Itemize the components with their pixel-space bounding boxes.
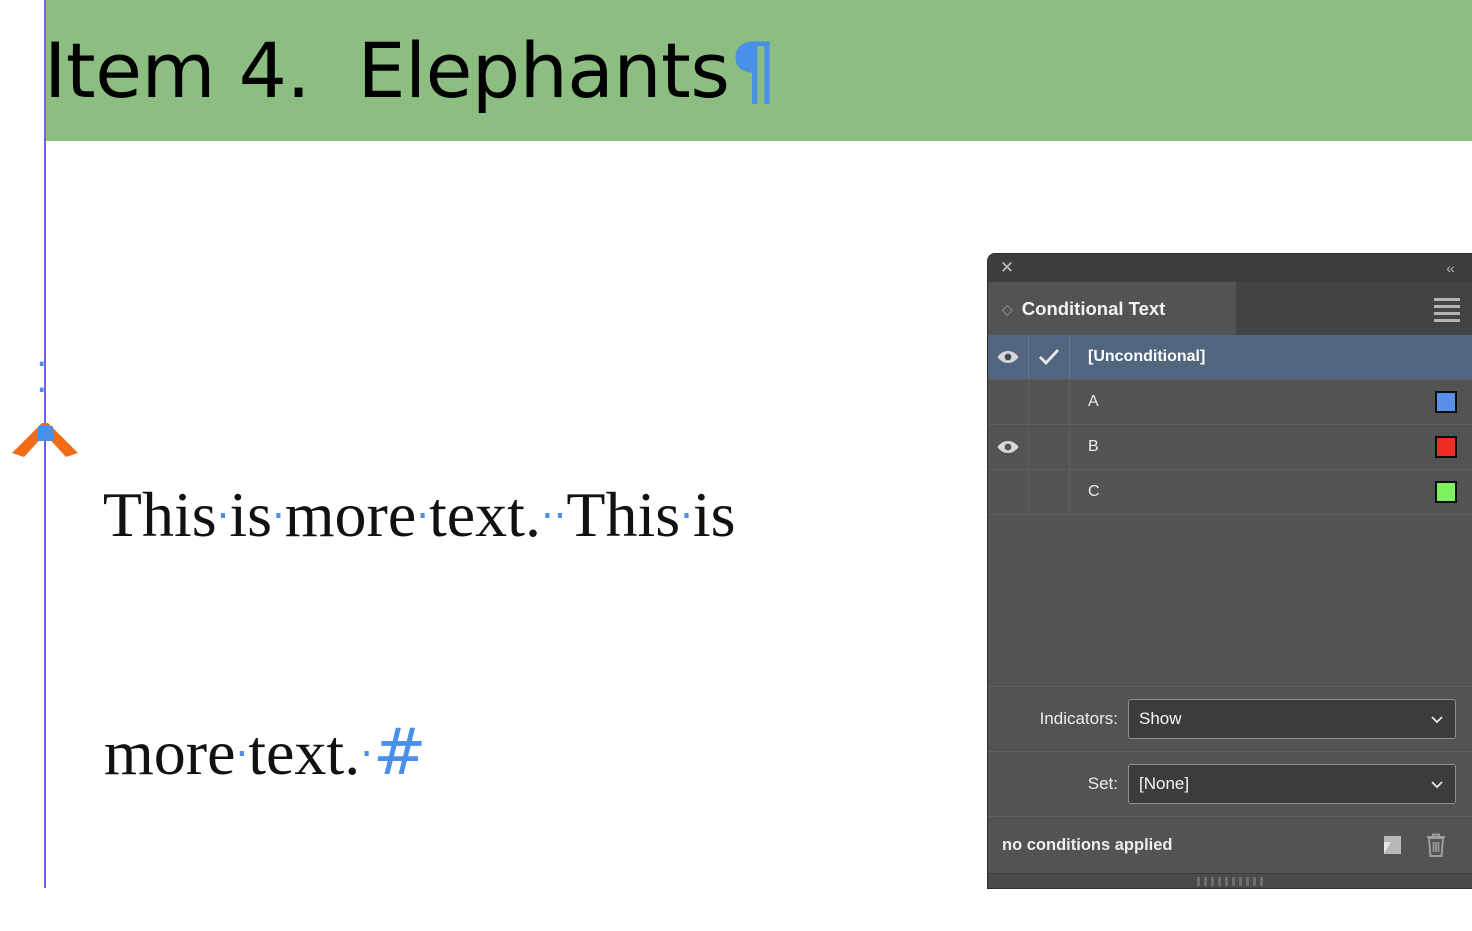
anchored-object-marker[interactable] [8,413,84,457]
visibility-toggle-cell[interactable] [988,335,1029,379]
eye-icon [997,351,1019,363]
condition-name: B [1088,438,1099,455]
status-text: no conditions applied [1002,835,1173,854]
table-row[interactable]: [Unconditional] [988,335,1472,380]
condition-list-empty-area[interactable] [988,515,1472,705]
condition-color-swatch[interactable] [1435,481,1457,503]
hamburger-menu-icon[interactable] [1434,298,1460,322]
heading-text: Item 4. Elephants [44,26,730,115]
condition-name: C [1088,483,1100,500]
table-row[interactable]: A [988,380,1472,425]
applied-toggle-cell[interactable] [1029,335,1070,379]
condition-color-swatch[interactable] [1435,391,1457,413]
applied-toggle-cell[interactable] [1029,380,1070,424]
panel-resize-grip[interactable] [988,873,1472,888]
visibility-toggle-cell[interactable] [988,425,1029,469]
visibility-toggle-cell[interactable] [988,470,1029,514]
indicators-label: Indicators: [1039,709,1118,728]
indicators-value: Show [1139,709,1182,728]
space-dot: · [272,493,285,540]
close-icon[interactable]: ✕ [996,257,1018,279]
condition-color-swatch[interactable] [1435,436,1457,458]
set-row: Set: [None] [988,751,1472,816]
trash-icon [1427,833,1445,857]
panel-title: Conditional Text [1021,297,1166,319]
applied-toggle-cell[interactable] [1029,425,1070,469]
body-line-2: more·text.·# [104,715,427,790]
conditional-text-panel[interactable]: ✕ ‹‹ ◇ Conditional Text [Unconditional] … [988,254,1472,888]
condition-name: A [1088,393,1099,410]
end-of-story-mark: # [372,715,427,790]
space-dot: · [416,493,429,540]
indicators-row: Indicators: Show [988,686,1472,751]
condition-name: [Unconditional] [1088,348,1206,365]
panel-footer: no conditions applied [988,816,1472,873]
applied-toggle-cell[interactable] [1029,470,1070,514]
space-dot: · [540,493,554,540]
panel-top-bar: ✕ ‹‹ [988,254,1472,282]
panel-tab-strip: ◇ Conditional Text [988,282,1472,335]
table-row[interactable]: B [988,425,1472,470]
delete-condition-button[interactable] [1414,825,1458,865]
chevron-down-icon [1431,781,1443,789]
space-dot: · [235,731,249,778]
new-page-icon [1384,836,1401,854]
visibility-toggle-cell[interactable] [988,380,1029,424]
space-dot: · [680,493,693,540]
diamond-toggle-icon[interactable]: ◇ [1002,302,1013,316]
new-condition-button[interactable] [1370,825,1414,865]
document-heading[interactable]: Item 4. Elephants¶ [44,0,1004,141]
tab-conditional-text[interactable]: ◇ Conditional Text [988,282,1236,335]
table-row[interactable]: C [988,470,1472,515]
check-icon [1039,348,1059,365]
panel-options-area: Indicators: Show Set: [None] no conditio… [988,686,1472,888]
set-value: [None] [1139,774,1190,793]
document-body-text[interactable]: This·is·more·text.··This·is more·text.·# [40,338,1000,931]
indicators-select[interactable]: Show [1128,699,1456,739]
eye-icon [997,441,1019,453]
set-label: Set: [1087,774,1118,793]
double-chevron-left-icon[interactable]: ‹‹ [1438,258,1462,278]
space-dot: · [553,493,567,540]
pilcrow-mark: ¶ [729,26,778,115]
space-dot: · [360,731,373,778]
body-line-1: This·is·more·text.··This·is [102,479,736,550]
chevron-down-icon [1431,716,1443,724]
space-dot: · [216,493,230,540]
set-select[interactable]: [None] [1128,764,1456,804]
